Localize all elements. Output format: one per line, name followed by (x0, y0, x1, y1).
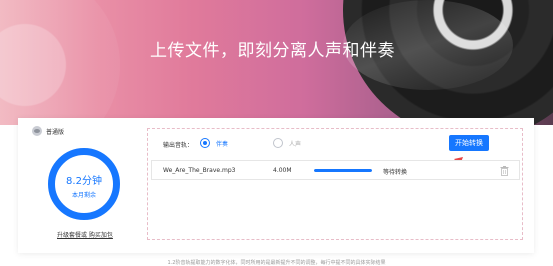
start-convert-button[interactable]: 开始转换 (449, 135, 489, 151)
radio-label: 伴奏 (216, 140, 229, 148)
upload-area[interactable]: 输出音轨： 伴奏 人声 开始转换 We_Are_The_Brave.mp3 4.… (147, 128, 523, 240)
member-label: 普通版 (46, 128, 65, 136)
hero-banner: 上传文件，即刻分离人声和伴奏 (0, 0, 553, 125)
file-progress-bar (314, 169, 372, 172)
converter-card: 普通版 8.2分钟 本月剩余 升级套餐或 购买加包 输出音轨： 伴奏 人声 开始… (18, 118, 534, 253)
radio-label: 人声 (289, 140, 302, 148)
trash-icon[interactable] (500, 166, 509, 176)
footer-note: 1.2阶音轨提取能力的数字化体，同时所用的是最新提升不同的调整，每行中提不同的具… (167, 260, 386, 266)
upgrade-link[interactable]: 升级套餐或 购买加包 (57, 230, 113, 239)
decorative-disc (0, 0, 120, 125)
radio-circle-selected[interactable] (200, 138, 210, 148)
quota-subtitle: 本月剩余 (71, 192, 96, 199)
banner-title: 上传文件，即刻分离人声和伴奏 (150, 41, 395, 61)
radio-circle[interactable] (273, 138, 283, 148)
quota-time: 8.2分钟 (66, 176, 102, 187)
file-name: We_Are_The_Brave.mp3 (163, 167, 236, 174)
user-icon (32, 126, 42, 136)
radio-accompaniment[interactable]: 伴奏 (200, 138, 228, 148)
file-row: We_Are_The_Brave.mp3 4.00M 等待转换 (151, 160, 520, 180)
file-progress-fill (314, 169, 372, 172)
file-size: 4.00M (273, 167, 292, 174)
quota-ring: 8.2分钟 本月剩余 (48, 148, 120, 220)
output-track-label: 输出音轨： (163, 142, 194, 149)
radio-vocals[interactable]: 人声 (273, 138, 301, 148)
file-status: 等待转换 (383, 169, 408, 176)
page: 上传文件，即刻分离人声和伴奏 普通版 8.2分钟 本月剩余 升级套餐或 购买加包… (0, 0, 553, 266)
member-badge: 普通版 (32, 126, 64, 136)
